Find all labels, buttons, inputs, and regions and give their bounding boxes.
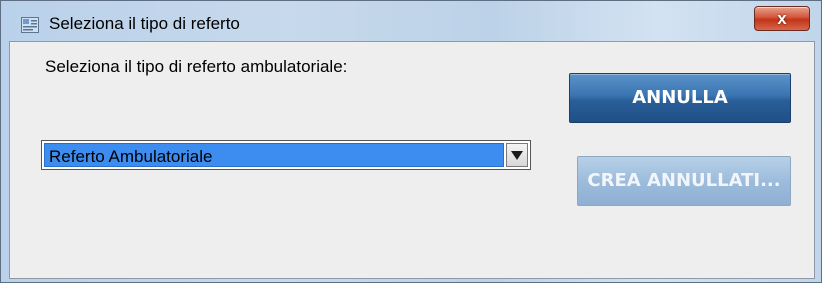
cancel-button[interactable]: ANNULLA: [569, 73, 791, 123]
dialog-window: Seleziona il tipo di referto x Seleziona…: [0, 0, 822, 283]
title-bar[interactable]: Seleziona il tipo di referto x: [1, 1, 823, 41]
window-title: Seleziona il tipo di referto: [49, 14, 240, 33]
report-type-select[interactable]: Referto Ambulatoriale: [41, 140, 531, 170]
chevron-down-icon: [511, 151, 523, 160]
close-button[interactable]: x: [754, 6, 810, 31]
select-prompt-label: Seleziona il tipo di referto ambulatoria…: [45, 57, 348, 76]
create-cancelled-button[interactable]: CREA ANNULLATI...: [577, 156, 791, 206]
close-icon: x: [777, 9, 787, 28]
dropdown-button[interactable]: [506, 143, 528, 167]
report-type-selected[interactable]: Referto Ambulatoriale: [44, 143, 504, 167]
app-icon: [21, 17, 39, 33]
report-type-value: Referto Ambulatoriale: [49, 147, 213, 166]
